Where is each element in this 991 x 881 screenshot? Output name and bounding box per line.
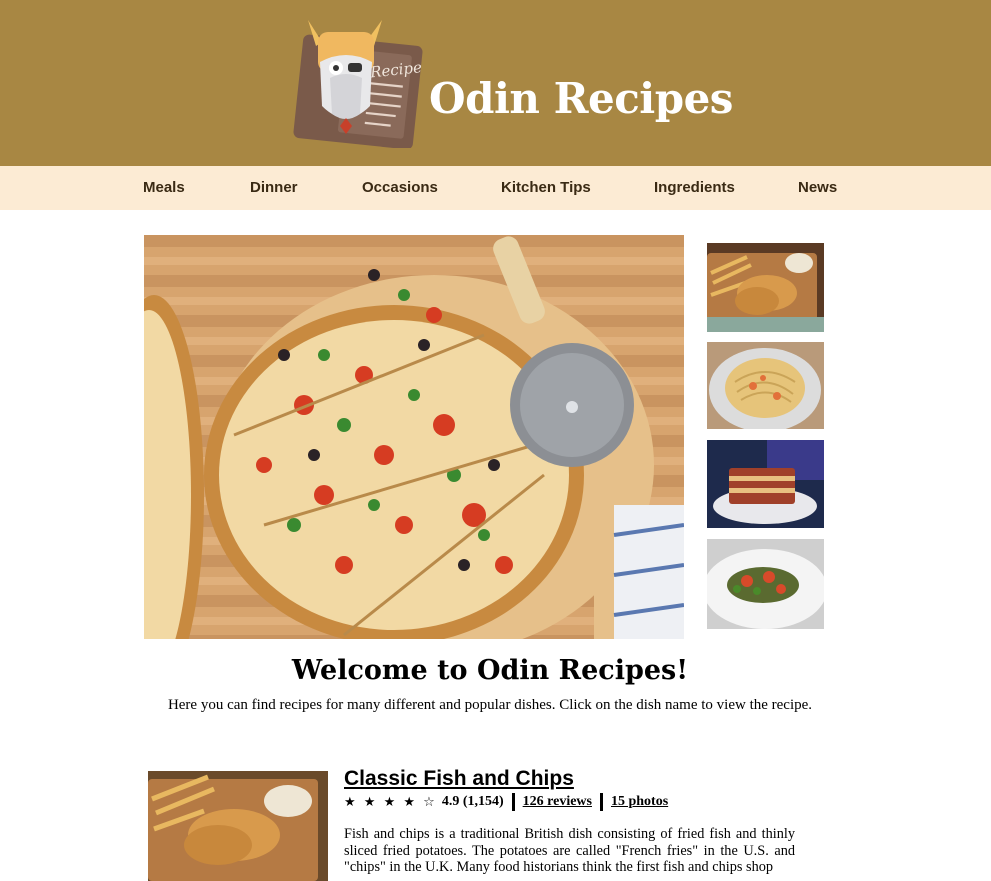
nav-item-dinner[interactable]: Dinner [250,179,298,196]
thumbnail-ratatouille[interactable] [707,539,824,629]
recipe-description: Fish and chips is a traditional British … [344,826,795,875]
nav-item-ingredients[interactable]: Ingredients [654,179,735,196]
thumbnail-lasagna[interactable] [707,440,824,528]
odin-recipe-logo[interactable]: Recipe [290,18,425,150]
recipe-meta: ★ ★ ★ ★ ☆ 4.9 (1,154) 126 reviews 15 pho… [344,793,668,811]
separator [599,793,603,811]
nav-item-meals[interactable]: Meals [143,179,185,196]
recipe-title-link[interactable]: Classic Fish and Chips [344,767,574,791]
hero-pizza-image [144,235,684,639]
rating-value: 4.9 (1,154) [441,794,504,809]
site-title[interactable]: Odin Recipes [429,74,733,123]
welcome-heading: Welcome to Odin Recipes! [291,655,689,686]
rating-stars-icon: ★ ★ ★ ★ ☆ [344,794,437,810]
nav-item-kitchen-tips[interactable]: Kitchen Tips [501,179,591,196]
main-nav: Meals Dinner Occasions Kitchen Tips Ingr… [0,166,991,210]
nav-item-occasions[interactable]: Occasions [362,179,438,196]
thumbnail-fish-and-chips[interactable] [707,243,824,332]
separator [511,793,515,811]
intro-text: Here you can find recipes for many diffe… [167,697,813,713]
reviews-link[interactable]: 126 reviews [523,794,592,810]
recipe-image-fish-and-chips[interactable] [148,771,328,881]
site-header: Recipe Odin Recipes [0,0,991,166]
thumbnail-pasta[interactable] [707,342,824,429]
nav-item-news[interactable]: News [798,179,837,196]
photos-link[interactable]: 15 photos [611,794,668,810]
